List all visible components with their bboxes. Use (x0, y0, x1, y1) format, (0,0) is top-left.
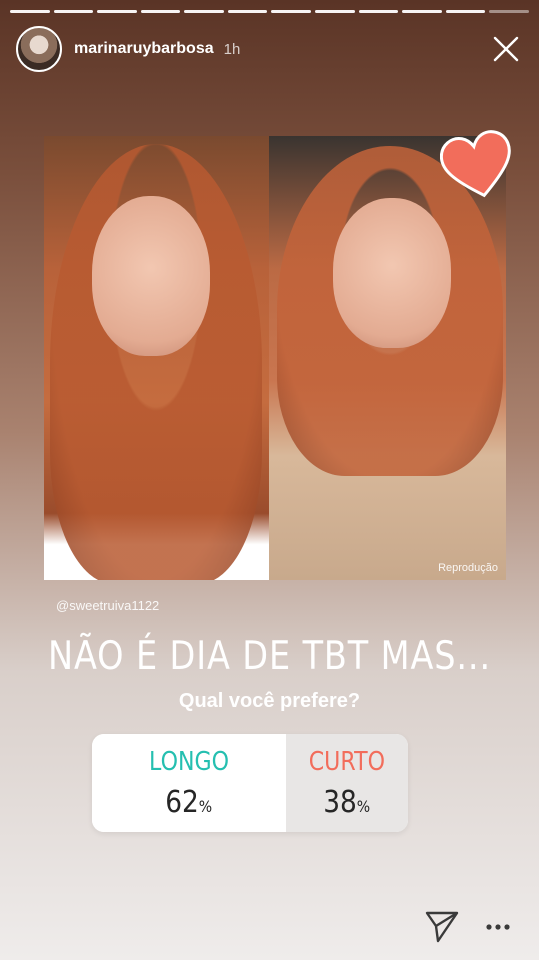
poll-sticker: LONGO 62% CURTO 38% (92, 734, 408, 832)
progress-segment (489, 10, 529, 13)
progress-segment (402, 10, 442, 13)
poll-question: Qual você prefere? (178, 690, 361, 712)
photo-short-hair: Reprodução (269, 136, 506, 580)
poll-option-label: CURTO (308, 746, 386, 777)
poll-option-curto[interactable]: CURTO 38% (286, 734, 408, 832)
poll-option-label: LONGO (149, 746, 229, 777)
story-photo-collage: Reprodução (44, 136, 506, 580)
post-time: 1h (223, 40, 241, 58)
poll-option-longo[interactable]: LONGO 62% (92, 734, 286, 832)
progress-segment (140, 10, 181, 13)
avatar[interactable] (16, 26, 62, 72)
progress-segment (445, 10, 486, 13)
close-button[interactable] (489, 32, 523, 66)
progress-segment (315, 10, 355, 13)
mention-tag[interactable]: @sweetruiva1122 (56, 598, 159, 613)
progress-segment (184, 10, 224, 13)
heart-icon[interactable] (440, 128, 516, 200)
username[interactable]: marinaruybarbosa (74, 40, 214, 58)
poll-option-percent: 62% (165, 784, 213, 820)
progress-segment (358, 10, 399, 13)
story-header: marinaruybarbosa 1h (16, 26, 523, 72)
progress-segment (271, 10, 312, 13)
close-icon (493, 36, 519, 62)
poll-option-percent: 38% (323, 784, 371, 820)
progress-segment (53, 10, 94, 13)
progress-segment (10, 10, 50, 13)
photo-watermark: Reprodução (438, 562, 498, 574)
progress-segment (97, 10, 137, 13)
send-icon[interactable] (424, 908, 460, 944)
story-progress-bar (10, 10, 529, 13)
more-icon[interactable] (484, 916, 512, 938)
progress-segment (227, 10, 268, 13)
headline-text: NÃO É DIA DE TBT MAS... (48, 634, 491, 679)
photo-long-hair (44, 136, 269, 580)
